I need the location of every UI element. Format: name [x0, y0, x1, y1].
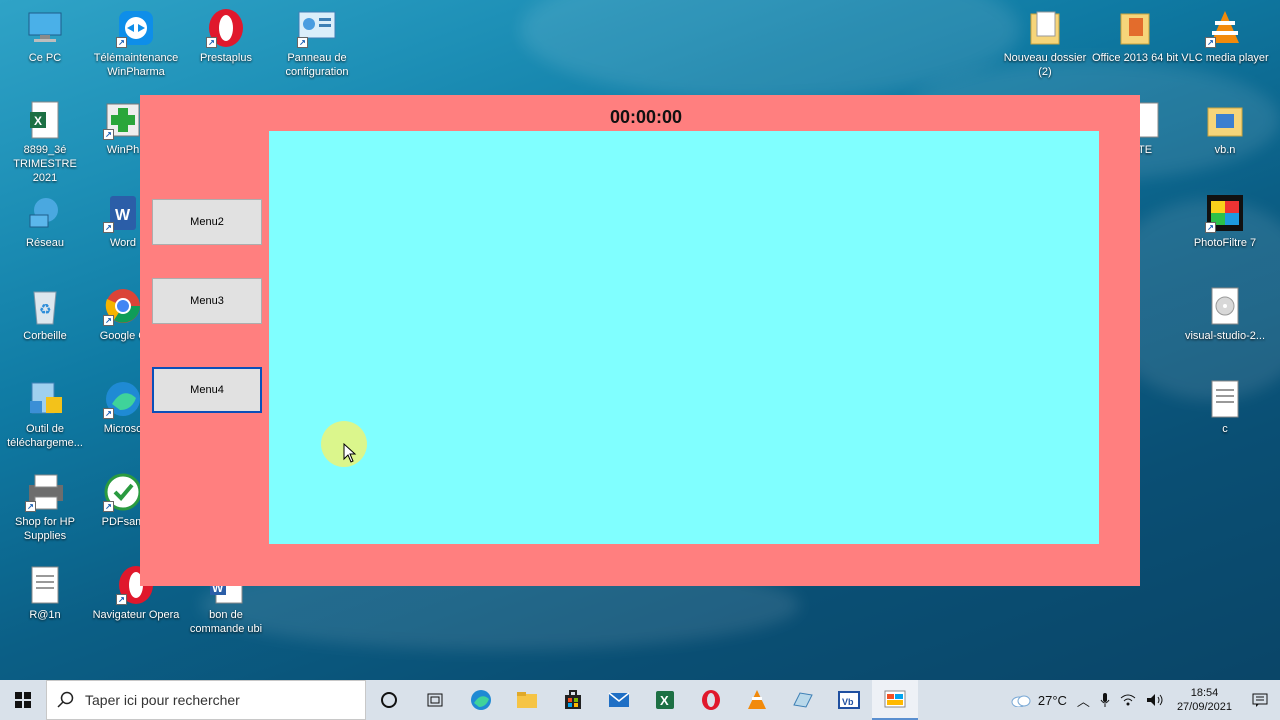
system-tray: 27°C ︿ 18:54 27/09/2021: [1005, 680, 1280, 720]
menu4-button[interactable]: Menu4: [152, 367, 262, 413]
search-input[interactable]: Taper ici pour rechercher: [46, 680, 366, 720]
desktop-icon-ce-pc[interactable]: Ce PC: [0, 8, 90, 65]
desktop-icon-shop-hp[interactable]: ↗ Shop for HP Supplies: [0, 472, 90, 543]
excel-icon[interactable]: X: [642, 680, 688, 720]
search-placeholder: Taper ici pour rechercher: [85, 692, 240, 708]
notification-icon[interactable]: [1240, 693, 1280, 707]
control-panel-icon: ↗: [297, 8, 337, 48]
desktop-icon-visual-studio[interactable]: visual-studio-2...: [1180, 286, 1270, 343]
folder-icon: [1025, 8, 1065, 48]
recycle-bin-icon: ♻: [25, 286, 65, 326]
visual-basic-icon[interactable]: Vb: [826, 680, 872, 720]
folder-icon: [1115, 8, 1155, 48]
text-file-icon: [1205, 379, 1245, 419]
windows-logo-icon: [15, 692, 31, 708]
desktop-icon-corbeille[interactable]: ♻ Corbeille: [0, 286, 90, 343]
download-tool-icon: [25, 379, 65, 419]
content-panel: [269, 131, 1099, 544]
app-window: 00:00:00 Menu2 Menu3 Menu4: [140, 95, 1140, 586]
printer-icon: ↗: [25, 472, 65, 512]
clock-time: 18:54: [1190, 687, 1219, 699]
desktop-icon-prestaplus[interactable]: ↗ Prestaplus: [181, 8, 271, 65]
vlc-icon: ↗: [1205, 8, 1245, 48]
desktop-icon-nouveau-dossier[interactable]: Nouveau dossier (2): [1000, 8, 1090, 79]
network-icon: [25, 193, 65, 233]
start-button[interactable]: [0, 680, 46, 720]
menu2-button[interactable]: Menu2: [152, 199, 262, 245]
desktop-icon-photofiltre[interactable]: ↗ PhotoFiltre 7: [1180, 193, 1270, 250]
svg-text:X: X: [34, 114, 42, 128]
mail-icon[interactable]: [596, 680, 642, 720]
svg-text:♻: ♻: [39, 302, 52, 318]
weather-widget[interactable]: 27°C: [1005, 693, 1072, 708]
running-app-icon[interactable]: [872, 680, 918, 720]
timer-label: 00:00:00: [609, 107, 683, 127]
excel-file-icon: X: [25, 100, 65, 140]
opera-taskbar-icon[interactable]: [688, 680, 734, 720]
search-icon: [57, 691, 74, 708]
wifi-icon[interactable]: [1115, 693, 1141, 707]
text-file-icon: [25, 565, 65, 605]
cortana-icon[interactable]: [366, 680, 412, 720]
edge-taskbar-icon[interactable]: [458, 680, 504, 720]
cloud-icon: [1011, 695, 1031, 707]
pdfsam-icon: ↗: [103, 472, 143, 512]
chrome-icon: ↗: [103, 286, 143, 326]
clock[interactable]: 18:54 27/09/2021: [1169, 686, 1240, 714]
teamviewer-icon: ↗: [116, 8, 156, 48]
taskbar: Taper ici pour rechercher X Vb 27°C ︿ 18…: [0, 680, 1280, 720]
mouse-cursor-icon: [343, 443, 357, 463]
weather-temperature: 27°C: [1037, 692, 1067, 708]
file-explorer-icon[interactable]: [504, 680, 550, 720]
desktop-icon-c[interactable]: c: [1180, 379, 1270, 436]
folder-icon: [1205, 100, 1245, 140]
desktop-icon-r1n[interactable]: R@1n: [0, 565, 90, 622]
word-icon: W ↗: [103, 193, 143, 233]
edge-icon: ↗: [103, 379, 143, 419]
clock-date: 27/09/2021: [1176, 701, 1232, 713]
photofiltre-icon: ↗: [1205, 193, 1245, 233]
winpharma-icon: ↗: [103, 100, 143, 140]
app-icon[interactable]: [780, 680, 826, 720]
desktop-icon-trimestre-xlsx[interactable]: X 8899_3é TRIMESTRE 2021: [0, 100, 90, 185]
desktop-icon-outil-telechargement[interactable]: Outil de téléchargeme...: [0, 379, 90, 450]
volume-icon[interactable]: [1141, 693, 1169, 707]
chevron-up-icon[interactable]: ︿: [1072, 691, 1095, 710]
svg-text:Vb: Vb: [842, 697, 854, 707]
desktop-icon-telemaintenance[interactable]: ↗ Télémaintenance WinPharma: [91, 8, 181, 79]
computer-icon: [25, 8, 65, 48]
opera-icon: ↗: [206, 8, 246, 48]
desktop-icon-vbn[interactable]: vb.n: [1180, 100, 1270, 157]
task-view-icon[interactable]: [412, 680, 458, 720]
desktop-icon-office-2013[interactable]: Office 2013 64 bit: [1090, 8, 1180, 65]
store-icon[interactable]: [550, 680, 596, 720]
desktop-icon-vlc[interactable]: ↗ VLC media player: [1180, 8, 1270, 65]
menu3-button[interactable]: Menu3: [152, 278, 262, 324]
svg-text:X: X: [660, 693, 669, 708]
desktop-icon-panneau[interactable]: ↗ Panneau de configuration: [272, 8, 362, 79]
microphone-icon[interactable]: [1095, 692, 1115, 708]
svg-text:W: W: [115, 207, 131, 224]
desktop-icon-reseau[interactable]: Réseau: [0, 193, 90, 250]
disc-image-icon: [1205, 286, 1245, 326]
vlc-taskbar-icon[interactable]: [734, 680, 780, 720]
